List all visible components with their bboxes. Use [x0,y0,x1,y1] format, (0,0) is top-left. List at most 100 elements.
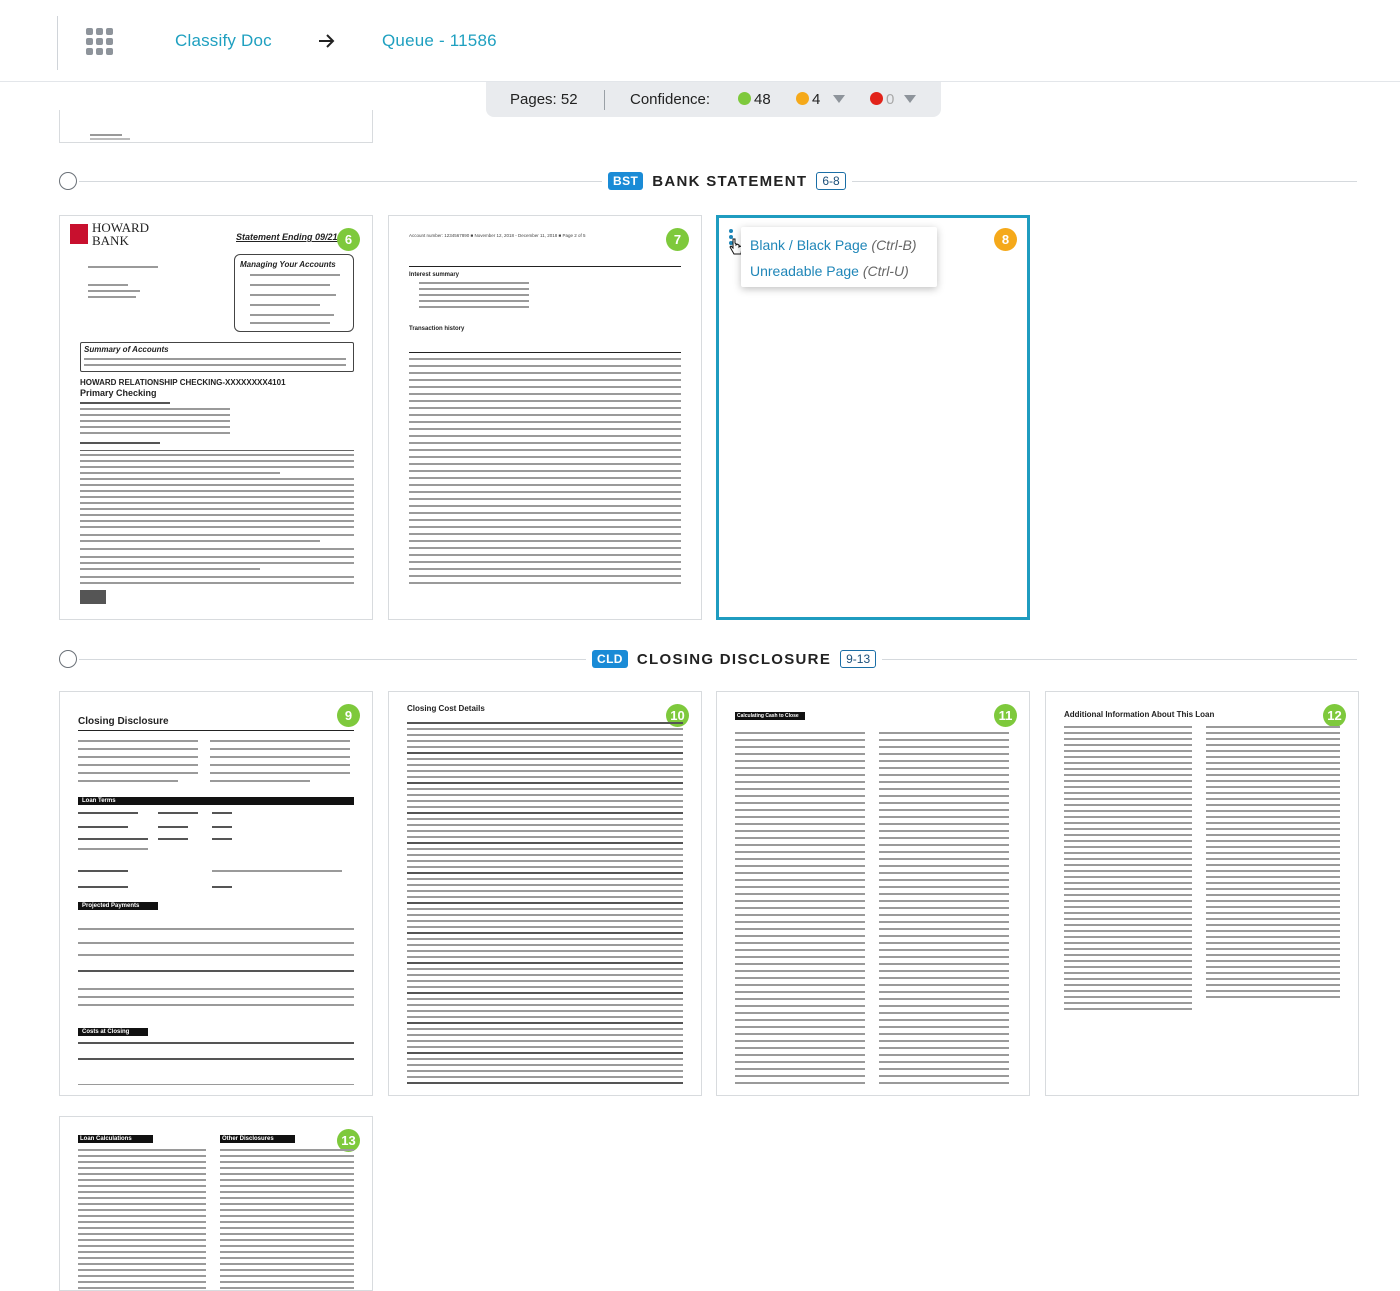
page-thumbnail-11[interactable]: Calculating Cash to Close 11 [716,691,1030,1096]
thumb-text-line [78,1263,206,1265]
breadcrumb-classify-doc[interactable]: Classify Doc [175,31,272,51]
thumb-text-line [409,421,681,423]
thumb-text-line [1064,786,1192,788]
thumb-text-line [409,428,681,430]
page-thumbnail-12[interactable]: Additional Information About This Loan 1… [1045,691,1359,1096]
thumb-text-line [1206,966,1340,968]
thumb-text-line [1064,888,1192,890]
thumb-text-line [78,1167,206,1169]
thumb-text-line [78,1269,206,1271]
thumb-text-line [1206,894,1340,896]
thumb-text-line [1064,810,1192,812]
thumb-text-line [78,1245,206,1247]
thumb-text-line [1064,816,1192,818]
thumb-text-line [1064,912,1192,914]
page-thumbnail-9[interactable]: Closing Disclosure 9 Loan Terms Projecte… [59,691,373,1096]
section-header-bank-statement: BST BANK STATEMENT 6-8 [59,170,1357,192]
page-thumbnail-6[interactable]: HOWARD BANK Statement Ending 09/21/2 6 Ma… [59,215,373,620]
account-header: Account number: 1234567890 ■ November 12… [409,233,586,238]
doc-title: Closing Cost Details [407,704,485,713]
thumb-text-line [735,1005,865,1007]
thumb-text-line [78,1185,206,1187]
thumb-text-line [879,1082,1009,1084]
thumb-text-line [409,379,681,381]
thumb-text-line [1064,924,1192,926]
thumb-text-line [1206,900,1340,902]
thumb-text-line [407,836,683,838]
thumb-text-line [879,1054,1009,1056]
checking-heading: HOWARD RELATIONSHIP CHECKING-XXXXXXXX410… [80,378,286,387]
thumb-text-line [407,1010,683,1012]
thumb-text-line [1064,750,1192,752]
thumb-text-line [1064,762,1192,764]
transaction-history-title: Transaction history [409,326,465,332]
thumb-text-line [879,921,1009,923]
thumb-text-line [407,1004,683,1006]
thumb-text-line [1064,1002,1192,1004]
thumb-text-line [735,844,865,846]
thumb-text-line [735,1026,865,1028]
page-thumbnail-10[interactable]: Closing Cost Details 10 [388,691,702,1096]
thumb-text-line [735,858,865,860]
thumb-text-line [879,1026,1009,1028]
thumb-text-line [409,491,681,493]
thumb-text-line [407,1052,683,1054]
thumb-text-line [407,992,683,994]
orange-filter-dropdown-icon[interactable] [833,95,845,103]
costs-at-closing-label: Costs at Closing [82,1029,130,1035]
thumb-text-line [1064,942,1192,944]
thumb-text-line [1206,822,1340,824]
thumb-text-line [1064,864,1192,866]
thumb-text-line [407,1034,683,1036]
thumb-text-line [879,865,1009,867]
thumb-text-line [735,767,865,769]
thumb-text-line [879,914,1009,916]
page-thumbnail-partial[interactable] [59,110,373,143]
thumb-text-line [1064,894,1192,896]
page-range-badge: 9-13 [840,650,877,668]
thumb-text-line [409,358,681,360]
thumb-text-line [879,830,1009,832]
menu-item-blank-page[interactable]: Blank / Black Page (Ctrl-B) [750,237,917,253]
thumb-text-line [879,795,1009,797]
red-filter-dropdown-icon[interactable] [904,95,916,103]
thumb-text-line [407,980,683,982]
loan-calculations-label: Loan Calculations [80,1136,132,1142]
thumb-text-line [735,1012,865,1014]
thumb-text-line [407,866,683,868]
section-select-radio[interactable] [59,650,77,668]
thumb-text-line [409,407,681,409]
thumb-text-line [735,900,865,902]
menu-item-unreadable-page[interactable]: Unreadable Page (Ctrl-U) [750,263,909,279]
thumb-text-line [220,1221,354,1223]
thumb-text-line [220,1167,354,1169]
thumb-text-line [407,1070,683,1072]
thumb-text-line [407,842,683,844]
thumb-text-line [735,998,865,1000]
thumb-text-line [409,484,681,486]
projected-payments-label: Projected Payments [82,903,140,909]
thumb-text-line [1064,990,1192,992]
thumb-text-line [407,902,683,904]
thumb-text-line [220,1239,354,1241]
thumb-text-line [1064,858,1192,860]
red-count: 0 [886,91,895,108]
managing-accounts-title: Managing Your Accounts [240,260,336,269]
green-dot-icon [738,92,751,105]
thumb-text-line [78,1155,206,1157]
thumb-text-line [1064,852,1192,854]
app-grid-icon[interactable] [86,28,113,55]
thumb-text-line [735,886,865,888]
thumb-text-line [1064,876,1192,878]
section-select-radio[interactable] [59,172,77,190]
page-thumbnail-7[interactable]: Account number: 1234567890 ■ November 12… [388,215,702,620]
thumb-text-line [407,944,683,946]
thumb-text-line [879,928,1009,930]
thumb-text-line [879,858,1009,860]
thumb-text-line [1064,846,1192,848]
thumb-text-line [407,824,683,826]
breadcrumb-queue[interactable]: Queue - 11586 [382,31,497,51]
section-title: BANK STATEMENT [652,172,808,190]
page-thumbnail-13[interactable]: Loan Calculations Other Disclosures 13 [59,1116,373,1291]
thumb-text-line [409,561,681,563]
